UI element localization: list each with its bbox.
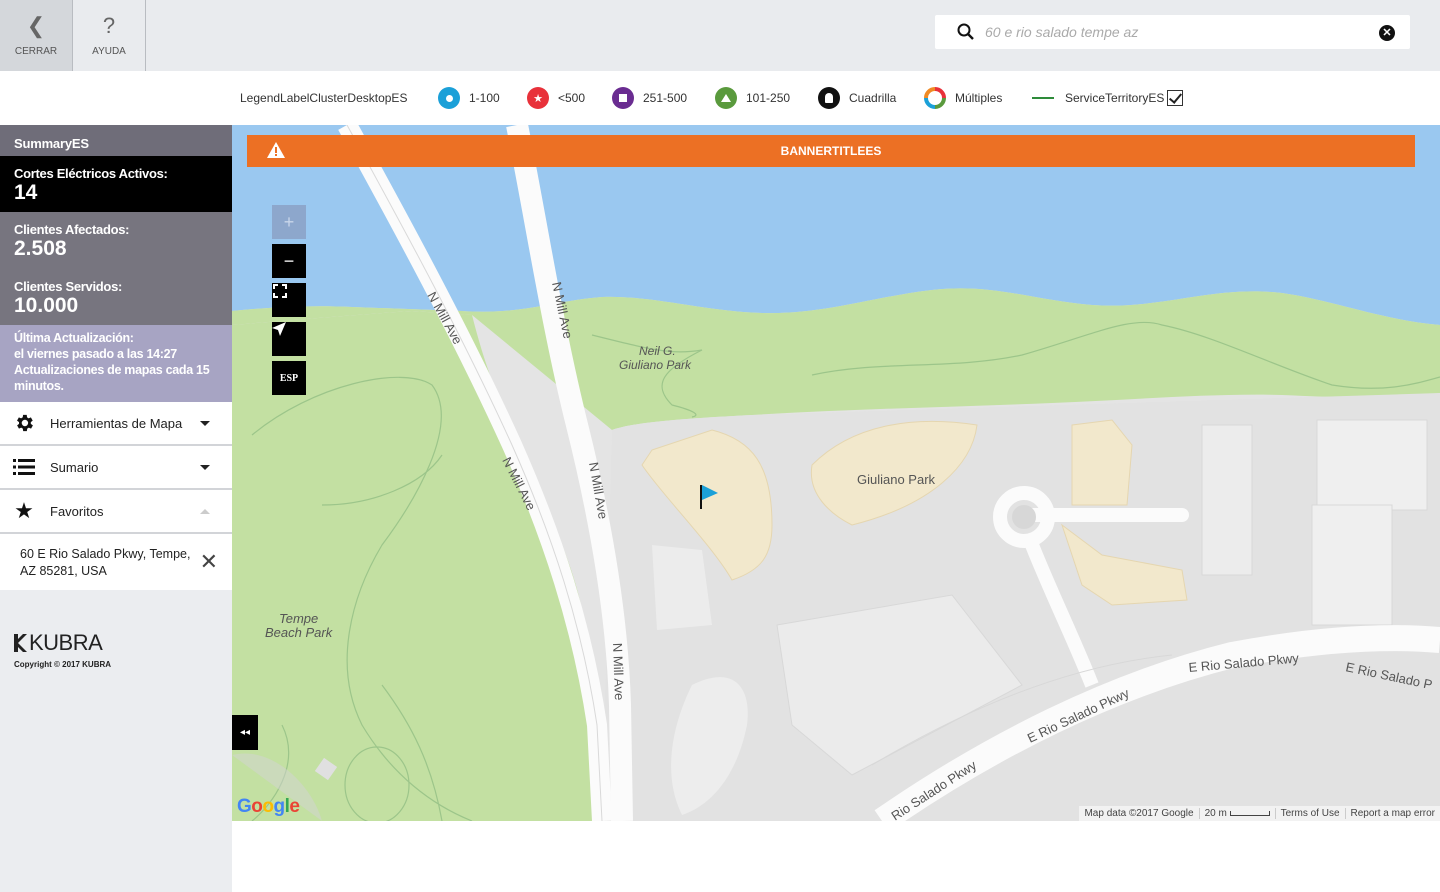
close-label: CERRAR — [14, 46, 58, 57]
circle-dot-icon — [438, 87, 460, 109]
map-view[interactable]: N Mill Ave N Mill Ave N Mill Ave N Mill … — [232, 125, 1440, 821]
collapse-sidebar-button[interactable]: ◂◂ — [232, 715, 258, 750]
warning-icon — [267, 142, 285, 158]
navigation-arrow-icon — [272, 322, 286, 336]
star-icon: ★ — [527, 87, 549, 109]
summary-title: SummaryES — [0, 125, 232, 156]
close-button[interactable]: ❮ CERRAR — [0, 0, 73, 71]
terms-link[interactable]: Terms of Use — [1274, 808, 1345, 819]
brand: KUBRA Copyright © 2017 KUBRA — [14, 630, 111, 669]
chevron-down-icon — [200, 465, 210, 470]
triangle-icon — [715, 87, 737, 109]
active-outages: Cortes Eléctricos Activos: 14 — [0, 156, 232, 212]
legend-item-lt500: ★ <500 — [527, 71, 585, 125]
remove-favorite-icon[interactable]: ✕ — [200, 551, 218, 573]
sidebar: SummaryES Cortes Eléctricos Activos: 14 … — [0, 125, 232, 892]
list-icon — [12, 458, 36, 476]
park-label-beach: Beach Park — [265, 625, 334, 640]
legend-item-251-500: 251-500 — [612, 71, 687, 125]
favorite-item[interactable]: 60 E Rio Salado Pkwy, Tempe, AZ 85281, U… — [0, 534, 232, 590]
favorite-address: 60 E Rio Salado Pkwy, Tempe, AZ 85281, U… — [20, 547, 191, 578]
legend-item-multiple: Múltiples — [924, 71, 1002, 125]
chevron-left-icon: ❮ — [26, 13, 46, 38]
map-data-credit: Map data ©2017 Google — [1084, 808, 1194, 819]
affected-customers: Clientes Afectados: 2.508 — [0, 212, 232, 269]
chevron-down-icon — [200, 421, 210, 426]
scale-label: 20 m — [1198, 808, 1275, 819]
alert-banner: BANNERTITLEES — [247, 135, 1415, 167]
search-box: ✕ — [935, 15, 1410, 49]
served-customers: Clientes Servidos: 10.000 — [0, 269, 232, 325]
copyright: Copyright © 2017 KUBRA — [14, 660, 112, 669]
summary-toggle[interactable]: Sumario — [0, 446, 232, 490]
report-error-link[interactable]: Report a map error — [1344, 808, 1440, 819]
park-label-giuliano-2: Giuliano Park — [857, 472, 936, 487]
legend-title: LegendLabelClusterDesktopES — [240, 91, 408, 105]
legend-bar: LegendLabelClusterDesktopES 1-100 ★ <500… — [0, 71, 1440, 125]
park-label-tempe: Tempe — [279, 611, 318, 626]
expand-icon — [273, 284, 287, 298]
multi-ring-icon — [924, 87, 946, 109]
kubra-logo: KUBRA — [14, 630, 111, 656]
square-icon — [612, 87, 634, 109]
zoom-out-button[interactable]: − — [272, 244, 306, 278]
legend-item-crew: Cuadrilla — [818, 71, 896, 125]
star-icon: ★ — [14, 498, 34, 523]
legend-item-1-100: 1-100 — [438, 71, 500, 125]
crew-icon — [818, 87, 840, 109]
fullscreen-button[interactable] — [272, 283, 306, 317]
last-update: Última Actualización: el viernes pasado … — [0, 325, 232, 402]
legend-item-territory: ServiceTerritoryES — [1032, 71, 1184, 125]
map-tools-toggle[interactable]: Herramientas de Mapa — [0, 402, 232, 446]
language-button[interactable]: ESP — [272, 361, 306, 395]
search-input[interactable] — [985, 15, 1365, 49]
map-canvas: N Mill Ave N Mill Ave N Mill Ave N Mill … — [232, 125, 1440, 821]
chevron-up-icon — [200, 509, 210, 514]
clear-search-icon[interactable]: ✕ — [1379, 25, 1395, 41]
territory-checkbox[interactable] — [1167, 90, 1184, 106]
question-icon: ? — [102, 13, 116, 38]
banner-title: BANNERTITLEES — [780, 144, 882, 158]
favorites-toggle[interactable]: ★ Favoritos — [0, 490, 232, 534]
park-label-giuliano: Giuliano Park — [619, 358, 692, 372]
help-button[interactable]: ? AYUDA — [73, 0, 146, 71]
line-icon — [1032, 97, 1054, 99]
google-logo: Google — [237, 796, 300, 817]
locate-button[interactable] — [272, 322, 306, 356]
search-icon — [957, 23, 974, 40]
help-label: AYUDA — [92, 46, 126, 57]
zoom-in-button[interactable]: + — [272, 205, 306, 239]
park-label-neil: Neil G. — [639, 344, 676, 358]
gear-icon — [12, 412, 36, 434]
map-attribution: Map data ©2017 Google 20 m Terms of Use … — [1079, 806, 1440, 821]
top-bar: ❮ CERRAR ? AYUDA ✕ — [0, 0, 1440, 71]
street-label-mill-5: N Mill Ave — [610, 643, 627, 701]
legend-item-101-250: 101-250 — [715, 71, 790, 125]
